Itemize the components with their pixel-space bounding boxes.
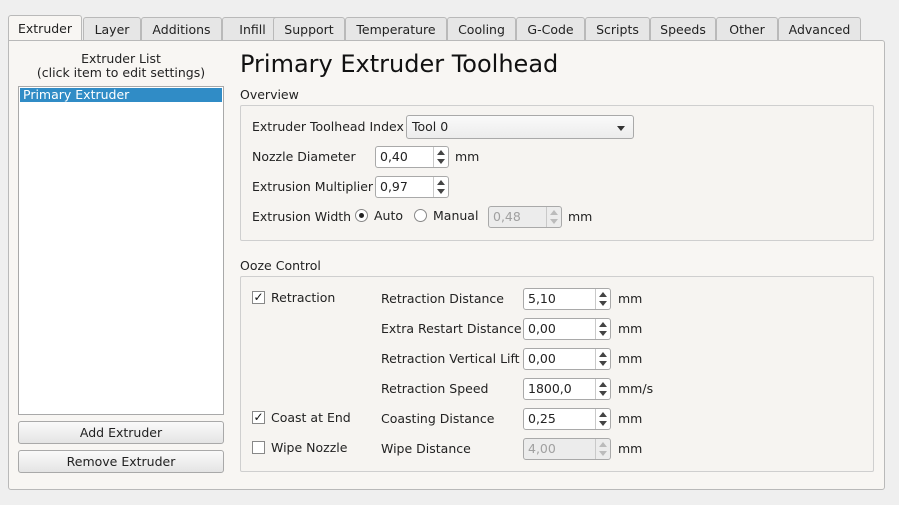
extrusion-width-unit: mm xyxy=(568,209,593,224)
auto-radio[interactable] xyxy=(355,209,368,222)
tab-support[interactable]: Support xyxy=(273,17,345,40)
toolhead-index-value: Tool 0 xyxy=(412,119,449,134)
retraction-speed-unit: mm/s xyxy=(618,381,654,396)
arrow-up-icon[interactable] xyxy=(599,382,607,387)
spin-buttons[interactable] xyxy=(595,349,610,369)
tab-other[interactable]: Other xyxy=(716,17,778,40)
retraction-vertical-lift-unit: mm xyxy=(618,351,643,366)
extrusion-multiplier-spinbox[interactable]: 0,97 xyxy=(375,176,449,198)
extrusion-width-spinbox: 0,48 xyxy=(488,206,562,228)
arrow-down-icon[interactable] xyxy=(437,159,445,164)
extruder-list[interactable]: Primary Extruder xyxy=(18,86,224,415)
tab-additions[interactable]: Additions xyxy=(141,17,222,40)
arrow-up-icon[interactable] xyxy=(599,412,607,417)
tab-temperature[interactable]: Temperature xyxy=(345,17,447,40)
ooze-control-group-label: Ooze Control xyxy=(240,258,321,273)
tab-cooling[interactable]: Cooling xyxy=(447,17,516,40)
retraction-checkbox[interactable]: ✓ xyxy=(252,291,265,304)
retraction-speed-value: 1800,0 xyxy=(528,381,572,396)
auto-radio-label[interactable]: Auto xyxy=(374,207,403,225)
wipe-nozzle-checkbox-label[interactable]: Wipe Nozzle xyxy=(271,439,347,457)
wipe-distance-unit: mm xyxy=(618,441,643,456)
arrow-up-icon[interactable] xyxy=(437,150,445,155)
spin-buttons xyxy=(546,207,561,227)
arrow-down-icon[interactable] xyxy=(599,331,607,336)
tab-speeds[interactable]: Speeds xyxy=(650,17,716,40)
retraction-distance-label: Retraction Distance xyxy=(381,291,504,306)
extra-restart-distance-label: Extra Restart Distance xyxy=(381,321,522,336)
coasting-distance-label: Coasting Distance xyxy=(381,411,495,426)
extrusion-multiplier-label: Extrusion Multiplier xyxy=(252,179,374,194)
manual-radio[interactable] xyxy=(414,209,427,222)
coasting-distance-spinbox[interactable]: 0,25 xyxy=(523,408,611,430)
extra-restart-distance-value: 0,00 xyxy=(528,321,556,336)
wipe-distance-value: 4,00 xyxy=(528,441,556,456)
nozzle-unit: mm xyxy=(455,149,480,164)
extrusion-width-value: 0,48 xyxy=(493,209,521,224)
coasting-distance-value: 0,25 xyxy=(528,411,556,426)
coasting-distance-unit: mm xyxy=(618,411,643,426)
wipe-nozzle-checkbox[interactable] xyxy=(252,441,265,454)
arrow-down-icon[interactable] xyxy=(437,189,445,194)
arrow-down-icon[interactable] xyxy=(599,391,607,396)
arrow-up-icon[interactable] xyxy=(599,292,607,297)
retraction-vertical-lift-label: Retraction Vertical Lift xyxy=(381,351,520,366)
arrow-down-icon xyxy=(550,219,558,224)
spin-buttons[interactable] xyxy=(595,319,610,339)
arrow-up-icon[interactable] xyxy=(437,180,445,185)
tab-scripts[interactable]: Scripts xyxy=(585,17,650,40)
add-extruder-button[interactable]: Add Extruder xyxy=(18,421,224,444)
retraction-speed-spinbox[interactable]: 1800,0 xyxy=(523,378,611,400)
arrow-down-icon xyxy=(599,451,607,456)
extruder-list-caption: Extruder List xyxy=(81,51,161,66)
arrow-up-icon[interactable] xyxy=(599,352,607,357)
coast-at-end-checkbox[interactable]: ✓ xyxy=(252,411,265,424)
arrow-down-icon[interactable] xyxy=(599,361,607,366)
tab-gcode[interactable]: G-Code xyxy=(516,17,585,40)
nozzle-diameter-spinbox[interactable]: 0,40 xyxy=(375,146,449,168)
chevron-down-icon xyxy=(617,126,625,131)
retraction-distance-value: 5,10 xyxy=(528,291,556,306)
spin-buttons[interactable] xyxy=(595,379,610,399)
tab-extruder[interactable]: Extruder xyxy=(8,15,82,40)
tab-layer[interactable]: Layer xyxy=(83,17,141,40)
nozzle-diameter-value: 0,40 xyxy=(380,149,408,164)
spin-buttons[interactable] xyxy=(433,177,448,197)
extra-restart-distance-spinbox[interactable]: 0,00 xyxy=(523,318,611,340)
nozzle-diameter-label: Nozzle Diameter xyxy=(252,149,356,164)
remove-extruder-button[interactable]: Remove Extruder xyxy=(18,450,224,473)
arrow-down-icon[interactable] xyxy=(599,301,607,306)
retraction-distance-unit: mm xyxy=(618,291,643,306)
toolhead-index-label: Extruder Toolhead Index xyxy=(252,119,404,134)
arrow-up-icon[interactable] xyxy=(599,322,607,327)
extruder-list-hint: (click item to edit settings) xyxy=(36,65,206,80)
extra-restart-distance-unit: mm xyxy=(618,321,643,336)
wipe-distance-label: Wipe Distance xyxy=(381,441,471,456)
tab-advanced[interactable]: Advanced xyxy=(778,17,861,40)
toolhead-index-select[interactable]: Tool 0 xyxy=(406,115,634,139)
manual-radio-label[interactable]: Manual xyxy=(433,207,478,225)
arrow-up-icon xyxy=(599,442,607,447)
retraction-checkbox-label[interactable]: Retraction xyxy=(271,289,335,307)
arrow-up-icon xyxy=(550,210,558,215)
arrow-down-icon[interactable] xyxy=(599,421,607,426)
wipe-distance-spinbox: 4,00 xyxy=(523,438,611,460)
extrusion-multiplier-value: 0,97 xyxy=(380,179,408,194)
spin-buttons[interactable] xyxy=(433,147,448,167)
coast-at-end-checkbox-label[interactable]: Coast at End xyxy=(271,409,351,427)
retraction-distance-spinbox[interactable]: 5,10 xyxy=(523,288,611,310)
spin-buttons xyxy=(595,439,610,459)
list-item[interactable]: Primary Extruder xyxy=(20,88,222,102)
overview-group-label: Overview xyxy=(240,87,299,102)
spin-buttons[interactable] xyxy=(595,289,610,309)
retraction-vertical-lift-spinbox[interactable]: 0,00 xyxy=(523,348,611,370)
spin-buttons[interactable] xyxy=(595,409,610,429)
extrusion-width-label: Extrusion Width xyxy=(252,209,352,224)
page-title: Primary Extruder Toolhead xyxy=(240,50,559,78)
retraction-vertical-lift-value: 0,00 xyxy=(528,351,556,366)
retraction-speed-label: Retraction Speed xyxy=(381,381,489,396)
